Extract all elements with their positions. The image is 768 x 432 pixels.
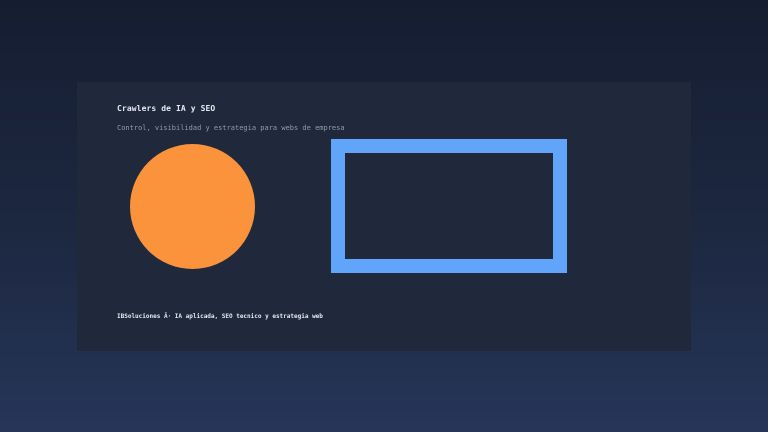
slide-footer: IBSoluciones Â· IA aplicada, SEO tecnico… bbox=[117, 313, 323, 320]
slide-card: Crawlers de IA y SEO Control, visibilida… bbox=[77, 82, 691, 351]
slide-title: Crawlers de IA y SEO bbox=[117, 104, 216, 113]
orange-circle-shape bbox=[130, 144, 255, 269]
blue-rectangle-outline-shape bbox=[331, 139, 567, 273]
slide-subtitle: Control, visibilidad y estrategia para w… bbox=[117, 124, 345, 132]
